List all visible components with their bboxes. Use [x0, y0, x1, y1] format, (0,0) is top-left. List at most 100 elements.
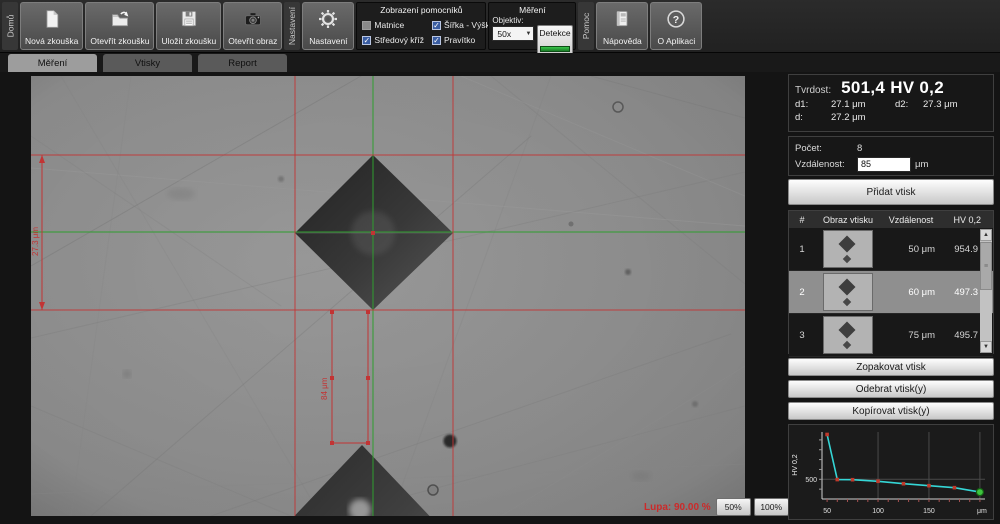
objective-select[interactable]: 50x ▼ — [492, 26, 534, 41]
table-row[interactable]: 1 50 μm954.9 — [789, 228, 993, 271]
button-label: Nápověda — [603, 36, 642, 46]
scrollbar-thumb[interactable]: ≡ — [980, 242, 992, 290]
checkbox-matnice[interactable]: Matnice — [362, 18, 424, 32]
height-ruler-label: 27.3 μm — [31, 227, 40, 256]
app-window: Domů Nová zkouška Otevřít zkoušku Uložit z… — [0, 0, 1000, 523]
button-label: O Aplikaci — [658, 36, 696, 46]
d2-label: d2: — [895, 99, 923, 112]
results-box: Tvrdost: 501,4 HV 0,2 d1: 27.1 μm d2: 27… — [788, 74, 994, 132]
thumbnail-indentation-mark — [839, 236, 856, 253]
distance-input[interactable] — [857, 157, 911, 172]
data-point-marker[interactable] — [851, 478, 855, 482]
y-tick-label: 500 — [805, 477, 817, 484]
scroll-down-icon[interactable]: ▼ — [980, 341, 992, 353]
row-thumbnail-cell — [815, 273, 881, 311]
ribbon-tab-settings[interactable]: Nastavení — [284, 2, 300, 50]
ribbon-tab-help-label: Pomoc — [581, 13, 591, 39]
thumbnail-indentation-mark — [839, 279, 856, 296]
checkbox-pravítko[interactable]: ✓Pravítko — [432, 33, 495, 47]
ribbon-tab-home[interactable]: Domů — [2, 2, 18, 50]
copy-indentation-button[interactable]: Kopírovat vtisk(y) — [788, 402, 994, 420]
helpers-checkbox-grid: Matnice✓Středový kříž✓Šířka - Výška✓Prav… — [357, 16, 485, 49]
series-settings-box: Počet: 8 Vzdálenost: μm — [788, 136, 994, 176]
distance-unit: μm — [915, 159, 928, 170]
hv-chart-box: 50100150μm500HV 0,2 — [788, 424, 994, 520]
table-row[interactable]: 260 μm497.3 — [789, 271, 993, 314]
table-header: # Obraz vtisku Vzdálenost HV 0,2 — [789, 211, 993, 228]
distance-label: Vzdálenost: — [795, 159, 853, 170]
checkbox-checked-icon[interactable]: ✓ — [432, 36, 441, 45]
data-point-marker[interactable] — [876, 479, 880, 483]
helpers-group: Zobrazení pomocníků Matnice✓Středový kří… — [356, 2, 486, 50]
hv-chart: 50100150μm500HV 0,2 — [789, 425, 993, 519]
tab-měření[interactable]: Měření — [8, 54, 97, 72]
detekce-button[interactable]: Detekce — [537, 25, 572, 55]
uložit-zkoušku-button[interactable]: Uložit zkoušku — [156, 2, 221, 50]
zoom-50percent-button[interactable]: 50% — [716, 498, 751, 516]
zoom-status: Lupa: 90.00 % — [644, 502, 711, 513]
zoom-100percent-button[interactable]: 100% — [754, 498, 789, 516]
checkbox-unchecked-icon[interactable] — [362, 21, 371, 30]
ribbon-tab-help[interactable]: Pomoc — [578, 2, 594, 50]
y-axis-label: HV 0,2 — [792, 454, 799, 476]
ribbon-toolbar: Domů Nová zkouška Otevřít zkoušku Uložit z… — [0, 0, 1000, 53]
repeat-indentation-button[interactable]: Zopakovat vtisk — [788, 358, 994, 376]
tab-strip: Měření Vtisky Report — [0, 53, 1000, 72]
indentation-thumbnail — [823, 316, 873, 354]
specimen-canvas[interactable]: 27.3 μm 84 μm — [31, 76, 745, 516]
data-point-marker[interactable] — [902, 482, 906, 486]
remove-indentation-button[interactable]: Odebrat vtisk(y) — [788, 380, 994, 398]
button-label: Nová zkouška — [25, 36, 78, 46]
nastavení-button[interactable]: Nastavení — [302, 2, 354, 50]
data-point-marker[interactable] — [835, 478, 839, 482]
data-point-marker[interactable] — [927, 484, 931, 488]
row-hv: 495.7 — [941, 330, 981, 341]
row-distance: 60 μm — [881, 287, 941, 298]
about-icon: ? — [665, 7, 687, 31]
checkbox-checked-icon[interactable]: ✓ — [432, 21, 441, 30]
checkbox-label: Šířka - Výška — [444, 20, 495, 30]
tab-vtisky[interactable]: Vtisky — [103, 54, 192, 72]
x-axis-unit: μm — [977, 508, 987, 515]
row-distance: 75 μm — [881, 330, 941, 341]
add-indentation-button[interactable]: Přidat vtisk — [788, 179, 994, 205]
otevřít-obraz-button[interactable]: Otevřít obraz — [223, 2, 282, 50]
table-scrollbar[interactable]: ▲ ≡ ▼ — [980, 229, 992, 353]
d-label: d: — [795, 112, 831, 125]
open-test-icon — [109, 7, 131, 31]
button-label: Otevřít obraz — [228, 36, 277, 46]
row-thumbnail-cell — [815, 230, 881, 268]
thumbnail-next-mark — [843, 298, 851, 306]
settings-button-group: Nastavení — [302, 2, 354, 50]
tab-report[interactable]: Report — [198, 54, 287, 72]
indentation-thumbnail — [823, 273, 873, 311]
d-value: 27.2 μm — [831, 112, 895, 125]
table-row[interactable]: 375 μm495.7 — [789, 314, 993, 357]
detekce-button-label: Detekce — [539, 28, 570, 38]
scroll-up-icon[interactable]: ▲ — [980, 229, 992, 241]
checkbox-středový-kříž[interactable]: ✓Středový kříž — [362, 33, 424, 47]
count-label: Počet: — [795, 143, 853, 154]
otevřít-zkoušku-button[interactable]: Otevřít zkoušku — [85, 2, 154, 50]
button-label: Uložit zkoušku — [161, 36, 216, 46]
next-position-marker[interactable] — [976, 489, 983, 496]
nová-zkouška-button[interactable]: Nová zkouška — [20, 2, 83, 50]
col-hv: HV 0,2 — [941, 215, 981, 225]
checkbox-label: Pravítko — [444, 35, 475, 45]
o-aplikaci-button[interactable]: ? O Aplikaci — [650, 2, 702, 50]
nápověda-button[interactable]: Nápověda — [596, 2, 648, 50]
x-tick-label: 100 — [872, 508, 884, 515]
data-point-marker[interactable] — [825, 433, 829, 437]
row-distance: 50 μm — [881, 244, 941, 255]
thumbnail-next-mark — [843, 255, 851, 263]
button-label: Nastavení — [309, 36, 347, 46]
row-number: 1 — [789, 244, 815, 255]
checkbox-šířka-výška[interactable]: ✓Šířka - Výška — [432, 18, 495, 32]
specimen-viewport[interactable]: 27.3 μm 84 μm — [31, 76, 745, 516]
help-book-icon — [612, 7, 632, 31]
checkbox-checked-icon[interactable]: ✓ — [362, 36, 371, 45]
data-point-marker[interactable] — [953, 486, 957, 490]
thumbnail-indentation-mark — [839, 322, 856, 339]
row-hv: 954.9 — [941, 244, 981, 255]
d1-value: 27.1 μm — [831, 99, 895, 112]
